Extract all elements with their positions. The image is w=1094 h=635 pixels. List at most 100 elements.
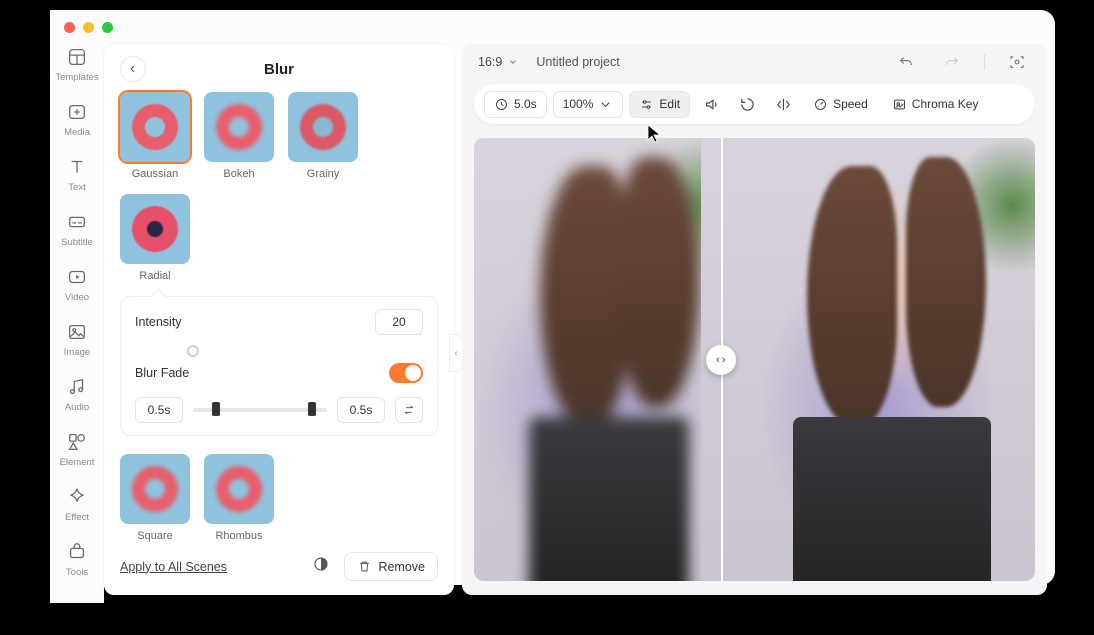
swap-icon xyxy=(402,403,416,417)
option-label: Radial xyxy=(139,270,170,282)
rotate-icon xyxy=(739,96,756,113)
chroma-icon xyxy=(892,97,907,112)
flip-button[interactable] xyxy=(768,89,798,119)
redo-button[interactable] xyxy=(938,48,966,76)
text-icon xyxy=(66,156,88,178)
intensity-value[interactable]: 20 xyxy=(375,309,423,335)
sidebar-label: Video xyxy=(65,292,89,303)
undo-icon xyxy=(897,53,915,71)
volume-icon xyxy=(703,96,720,113)
blur-option-radial[interactable]: Radial xyxy=(120,194,190,282)
blur-option-rhombus[interactable]: Rhombus xyxy=(204,454,274,542)
option-label: Gaussian xyxy=(132,168,178,180)
speed-icon xyxy=(813,97,828,112)
footer-right: Remove xyxy=(312,552,438,581)
intensity-row: Intensity 20 xyxy=(135,309,423,335)
back-button[interactable] xyxy=(120,56,146,82)
blur-fade-label: Blur Fade xyxy=(135,366,189,380)
sidebar-item-templates[interactable]: Templates xyxy=(55,46,98,83)
sidebar-item-image[interactable]: Image xyxy=(64,321,90,358)
blur-fade-row: Blur Fade xyxy=(135,363,423,383)
clock-icon xyxy=(494,97,509,112)
blur-option-grainy[interactable]: Grainy xyxy=(288,92,358,180)
sidebar-label: Audio xyxy=(65,402,89,413)
sidebar-item-audio[interactable]: Audio xyxy=(65,376,89,413)
thumbnail xyxy=(120,92,190,162)
thumbnail xyxy=(120,454,190,524)
blur-option-bokeh[interactable]: Bokeh xyxy=(204,92,274,180)
maximize-window[interactable] xyxy=(102,22,113,33)
blur-fade-toggle[interactable] xyxy=(389,363,423,383)
compare-handle[interactable]: ‹ › xyxy=(706,345,736,375)
video-icon xyxy=(66,266,88,288)
image-icon xyxy=(66,321,88,343)
sidebar-item-subtitle[interactable]: Subtitle xyxy=(61,211,93,248)
sidebar-item-media[interactable]: Media xyxy=(64,101,90,138)
collapse-panel-handle[interactable]: ‹ xyxy=(449,334,463,372)
sidebar-item-effect[interactable]: Effect xyxy=(65,486,89,523)
preview-canvas[interactable]: ‹ › xyxy=(474,138,1035,581)
remove-button[interactable]: Remove xyxy=(344,552,438,581)
thumbnail xyxy=(288,92,358,162)
sidebar-item-element[interactable]: Element xyxy=(60,431,95,468)
sidebar-label: Text xyxy=(68,182,85,193)
volume-button[interactable] xyxy=(696,89,726,119)
chevron-right-icon: › xyxy=(722,354,726,366)
duration-button[interactable]: 5.0s xyxy=(484,91,547,118)
zoom-value: 100% xyxy=(563,97,594,111)
audio-icon xyxy=(66,376,88,398)
fade-range-slider[interactable] xyxy=(193,408,327,412)
redo-icon xyxy=(943,53,961,71)
content-row: Templates Media Text Subtitle Video Imag… xyxy=(50,10,1055,603)
chevron-down-icon xyxy=(598,97,613,112)
undo-button[interactable] xyxy=(892,48,920,76)
project-title[interactable]: Untitled project xyxy=(536,55,619,69)
clip-toolbar: 5.0s 100% Edit xyxy=(474,84,1035,124)
blur-fade-range: 0.5s 0.5s xyxy=(135,397,423,423)
capture-button[interactable] xyxy=(1003,48,1031,76)
close-window[interactable] xyxy=(64,22,75,33)
sidebar-item-text[interactable]: Text xyxy=(66,156,88,193)
blur-options-row1: Gaussian Bokeh Grainy Radial xyxy=(120,92,438,282)
zoom-select[interactable]: 100% xyxy=(553,91,624,118)
blur-option-gaussian[interactable]: Gaussian xyxy=(120,92,190,180)
sliders-icon xyxy=(639,97,654,112)
compare-toggle[interactable] xyxy=(312,555,330,578)
minimize-window[interactable] xyxy=(83,22,94,33)
chroma-key-button[interactable]: Chroma Key xyxy=(883,92,988,117)
edit-button[interactable]: Edit xyxy=(629,91,690,118)
duration-value: 5.0s xyxy=(514,97,537,111)
sidebar-item-video[interactable]: Video xyxy=(65,266,89,303)
chevron-left-icon: ‹ xyxy=(716,354,720,366)
option-label: Square xyxy=(137,530,172,542)
divider xyxy=(984,54,985,70)
tools-icon xyxy=(66,541,88,563)
panel-footer: Apply to All Scenes Remove xyxy=(120,542,438,581)
apply-all-link[interactable]: Apply to All Scenes xyxy=(120,560,227,574)
blur-option-square[interactable]: Square xyxy=(120,454,190,542)
capture-icon xyxy=(1008,53,1026,71)
canvas-header: 16:9 Untitled project xyxy=(462,44,1047,80)
thumbnail xyxy=(204,454,274,524)
element-icon xyxy=(66,431,88,453)
chevron-down-icon xyxy=(508,57,518,67)
aspect-ratio-select[interactable]: 16:9 xyxy=(478,55,518,69)
effect-icon xyxy=(66,486,88,508)
blur-controls: Intensity 20 Blur Fade 0.5s xyxy=(120,296,438,436)
sidebar-label: Templates xyxy=(55,72,98,83)
fade-out-value[interactable]: 0.5s xyxy=(337,397,385,423)
sidebar-label: Effect xyxy=(65,512,89,523)
option-label: Bokeh xyxy=(223,168,254,180)
fade-in-value[interactable]: 0.5s xyxy=(135,397,183,423)
sidebar-label: Media xyxy=(64,127,90,138)
panel-title: Blur xyxy=(264,61,294,78)
intensity-label: Intensity xyxy=(135,315,182,329)
chevron-left-icon xyxy=(127,63,139,75)
speed-button[interactable]: Speed xyxy=(804,92,877,117)
subtitle-icon xyxy=(66,211,88,233)
templates-icon xyxy=(66,46,88,68)
sidebar: Templates Media Text Subtitle Video Imag… xyxy=(50,10,104,603)
rotate-button[interactable] xyxy=(732,89,762,119)
swap-fade-button[interactable] xyxy=(395,397,423,423)
sidebar-item-tools[interactable]: Tools xyxy=(66,541,88,578)
